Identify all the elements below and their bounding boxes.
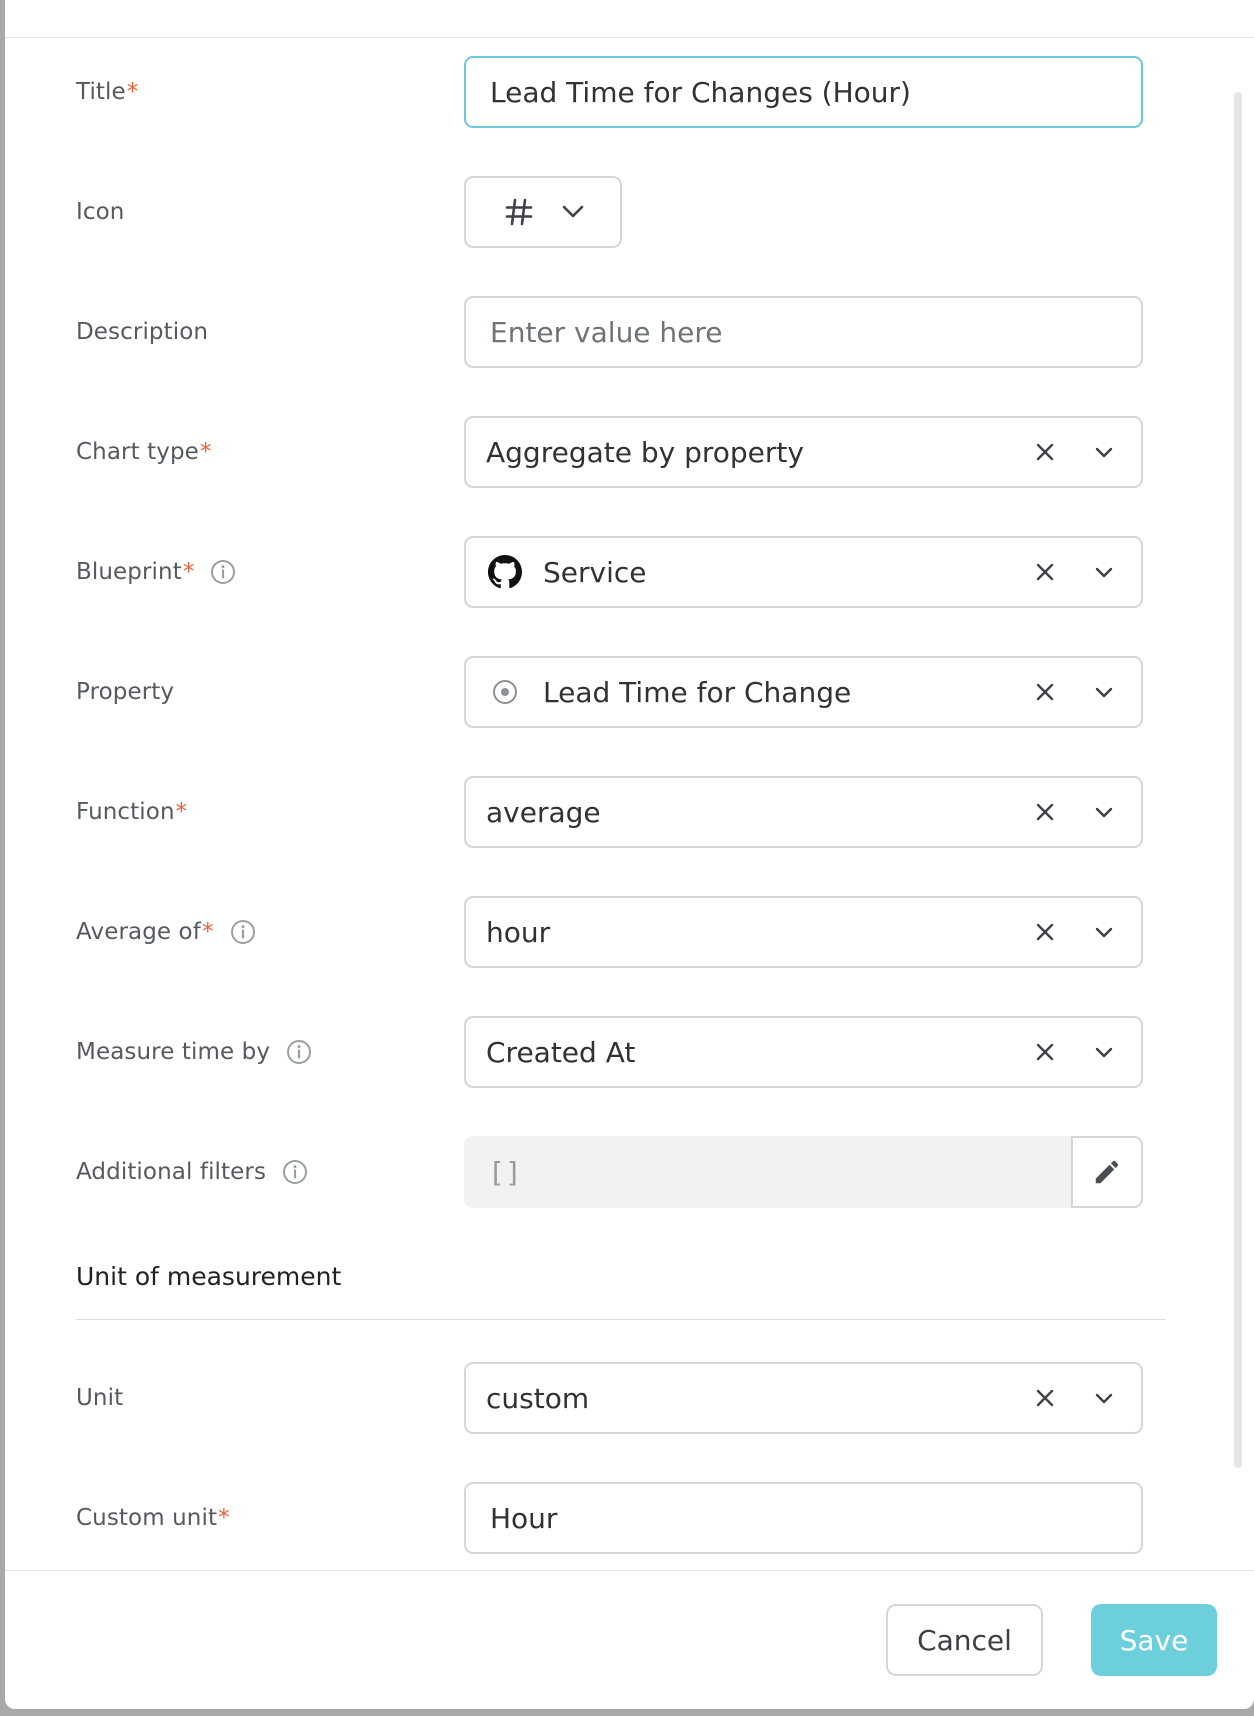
average-of-row: Average of * hour — [5, 896, 1185, 968]
average-of-select[interactable]: hour — [464, 896, 1143, 968]
clear-icon[interactable] — [1025, 792, 1065, 832]
clear-icon[interactable] — [1025, 1378, 1065, 1418]
widget-form-modal: Title * Lead Time for Changes (Hour) Icon… — [5, 0, 1254, 1709]
blueprint-select[interactable]: Service — [464, 536, 1143, 608]
info-icon[interactable] — [230, 919, 256, 945]
icon-picker[interactable] — [464, 176, 622, 248]
property-label: Property — [76, 679, 175, 705]
unit-row: Unit custom — [5, 1362, 1185, 1434]
clear-icon[interactable] — [1025, 552, 1065, 592]
required-marker: * — [218, 1505, 230, 1531]
icon-row: Icon — [5, 176, 1185, 248]
chart-type-row: Chart type * Aggregate by property — [5, 416, 1185, 488]
measure-time-by-select[interactable]: Created At — [464, 1016, 1143, 1088]
clear-icon[interactable] — [1025, 912, 1065, 952]
github-icon — [487, 554, 523, 590]
chevron-down-icon[interactable] — [1089, 1378, 1119, 1418]
chart-type-label: Chart type * — [76, 439, 212, 465]
required-marker: * — [126, 79, 139, 105]
measure-time-by-value[interactable]: Created At — [466, 1036, 1025, 1069]
info-icon[interactable] — [282, 1159, 308, 1185]
description-label: Description — [76, 319, 209, 345]
function-select[interactable]: average — [464, 776, 1143, 848]
required-marker: * — [182, 559, 195, 585]
chevron-down-icon[interactable] — [1089, 552, 1119, 592]
chevron-down-icon[interactable] — [1089, 912, 1119, 952]
property-select[interactable]: Lead Time for Change — [464, 656, 1143, 728]
additional-filters-input: [] — [464, 1136, 1143, 1208]
edit-filters-button[interactable] — [1071, 1136, 1143, 1208]
title-label: Title * — [76, 79, 139, 105]
chevron-down-icon[interactable] — [1089, 672, 1119, 712]
additional-filters-row: Additional filters [] — [5, 1136, 1185, 1208]
property-row: Property Lead Time for Change — [5, 656, 1185, 728]
measure-time-by-row: Measure time by Created At — [5, 1016, 1185, 1088]
chart-type-value[interactable]: Aggregate by property — [466, 436, 1025, 469]
description-placeholder[interactable]: Enter value here — [466, 316, 1141, 349]
function-label: Function * — [76, 799, 188, 825]
title-input-value[interactable]: Lead Time for Changes (Hour) — [466, 76, 1141, 109]
measure-time-by-label: Measure time by — [76, 1016, 312, 1088]
required-marker: * — [199, 439, 212, 465]
blueprint-value-text[interactable]: Service — [543, 556, 646, 589]
cancel-button[interactable]: Cancel — [886, 1604, 1043, 1676]
additional-filters-value: [] — [488, 1155, 522, 1189]
required-marker: * — [175, 799, 188, 825]
custom-unit-label: Custom unit * — [76, 1505, 230, 1531]
pencil-icon — [1092, 1157, 1122, 1187]
top-divider — [5, 37, 1254, 38]
hash-icon — [502, 195, 536, 229]
scrollbar-thumb[interactable] — [1234, 92, 1242, 1468]
required-marker: * — [201, 919, 214, 945]
scrollbar[interactable] — [1234, 92, 1242, 1468]
save-button[interactable]: Save — [1091, 1604, 1217, 1676]
additional-filters-label: Additional filters — [76, 1136, 308, 1208]
title-row: Title * Lead Time for Changes (Hour) — [5, 56, 1185, 128]
unit-value[interactable]: custom — [466, 1382, 1025, 1415]
blueprint-value[interactable]: Service — [466, 554, 1025, 590]
chevron-down-icon[interactable] — [1089, 792, 1119, 832]
blueprint-label: Blueprint * — [76, 536, 236, 608]
function-row: Function * average — [5, 776, 1185, 848]
clear-icon[interactable] — [1025, 432, 1065, 472]
section-divider — [76, 1319, 1165, 1320]
property-value[interactable]: Lead Time for Change — [466, 674, 1025, 710]
icon-label: Icon — [76, 199, 125, 225]
unit-section-title: Unit of measurement — [76, 1262, 342, 1291]
chevron-down-icon[interactable] — [558, 197, 588, 227]
clear-icon[interactable] — [1025, 1032, 1065, 1072]
clear-icon[interactable] — [1025, 672, 1065, 712]
chevron-down-icon[interactable] — [1089, 432, 1119, 472]
unit-label: Unit — [76, 1385, 124, 1411]
radio-dot-icon — [487, 674, 523, 710]
custom-unit-row: Custom unit * Hour — [5, 1482, 1185, 1554]
function-value[interactable]: average — [466, 796, 1025, 829]
average-of-value[interactable]: hour — [466, 916, 1025, 949]
blueprint-row: Blueprint * Service — [5, 536, 1185, 608]
chevron-down-icon[interactable] — [1089, 1032, 1119, 1072]
custom-unit-value[interactable]: Hour — [466, 1502, 1141, 1535]
unit-select[interactable]: custom — [464, 1362, 1143, 1434]
description-input[interactable]: Enter value here — [464, 296, 1143, 368]
average-of-label: Average of * — [76, 896, 256, 968]
info-icon[interactable] — [210, 559, 236, 585]
description-row: Description Enter value here — [5, 296, 1185, 368]
footer-divider — [5, 1570, 1254, 1571]
info-icon[interactable] — [286, 1039, 312, 1065]
property-value-text[interactable]: Lead Time for Change — [543, 676, 851, 709]
custom-unit-input[interactable]: Hour — [464, 1482, 1143, 1554]
chart-type-select[interactable]: Aggregate by property — [464, 416, 1143, 488]
title-input[interactable]: Lead Time for Changes (Hour) — [464, 56, 1143, 128]
